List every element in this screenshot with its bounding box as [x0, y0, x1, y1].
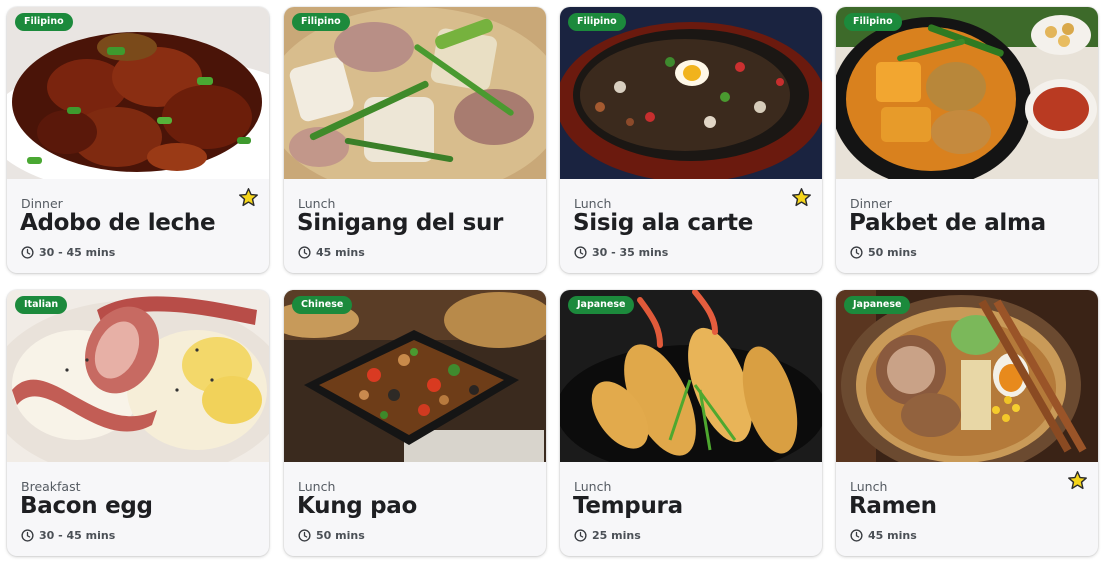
recipe-grid: Filipino Dinner Adobo de leche 30 - 45 m… — [0, 0, 1105, 566]
recipe-title: Sinigang del sur — [297, 210, 504, 236]
clock-icon — [21, 245, 34, 259]
cook-time: 30 - 45 mins — [21, 527, 115, 543]
cook-time-label: 50 mins — [868, 245, 917, 259]
recipe-title: Tempura — [573, 493, 683, 519]
clock-icon — [298, 528, 311, 542]
favorite-star-icon[interactable] — [1067, 470, 1088, 491]
recipe-card[interactable]: Japanese Lunch Ramen 45 mins — [836, 290, 1098, 556]
cook-time: 30 - 45 mins — [21, 244, 115, 260]
cook-time: 50 mins — [850, 244, 917, 260]
recipe-card[interactable]: Filipino Dinner Adobo de leche 30 - 45 m… — [7, 7, 269, 273]
recipe-photo-bacon-egg — [7, 290, 269, 462]
meal-type: Lunch — [298, 479, 336, 494]
recipe-photo-sisig — [560, 7, 822, 179]
recipe-title: Bacon egg — [20, 493, 153, 519]
recipe-photo-sinigang — [284, 7, 546, 179]
cook-time: 25 mins — [574, 527, 641, 543]
meal-type: Lunch — [574, 479, 612, 494]
meal-type: Lunch — [574, 196, 612, 211]
recipe-card[interactable]: Filipino Dinner Pakbet de alma 50 mins — [836, 7, 1098, 273]
clock-icon — [21, 528, 34, 542]
meal-type: Dinner — [850, 196, 892, 211]
recipe-title: Ramen — [849, 493, 937, 519]
meal-type: Dinner — [21, 196, 63, 211]
cuisine-badge: Italian — [15, 296, 68, 314]
cook-time: 50 mins — [298, 527, 365, 543]
recipe-card[interactable]: Filipino Lunch Sisig ala carte 30 - 35 m… — [560, 7, 822, 273]
clock-icon — [298, 245, 311, 259]
recipe-photo-kung-pao — [284, 290, 546, 462]
cook-time: 45 mins — [298, 244, 365, 260]
cook-time-label: 25 mins — [592, 528, 641, 542]
cuisine-badge: Filipino — [15, 13, 73, 31]
cook-time-label: 45 mins — [316, 245, 365, 259]
recipe-card[interactable]: Japanese Lunch Tempura 25 mins — [560, 290, 822, 556]
cuisine-badge: Filipino — [568, 13, 626, 31]
clock-icon — [574, 528, 587, 542]
clock-icon — [574, 245, 587, 259]
recipe-photo-pakbet — [836, 7, 1098, 179]
cook-time-label: 50 mins — [316, 528, 365, 542]
recipe-photo-adobo — [7, 7, 269, 179]
recipe-title: Adobo de leche — [20, 210, 216, 236]
favorite-star-icon[interactable] — [791, 187, 812, 208]
recipe-card[interactable]: Filipino Lunch Sinigang del sur 45 mins — [284, 7, 546, 273]
meal-type: Breakfast — [21, 479, 81, 494]
cook-time-label: 30 - 35 mins — [592, 245, 669, 259]
cook-time-label: 30 - 45 mins — [39, 528, 116, 542]
cuisine-badge: Japanese — [568, 296, 635, 314]
cook-time: 30 - 35 mins — [574, 244, 668, 260]
recipe-photo-ramen — [836, 290, 1098, 462]
favorite-star-icon[interactable] — [238, 187, 259, 208]
recipe-card[interactable]: Italian Breakfast Bacon egg 30 - 45 mins — [7, 290, 269, 556]
cuisine-badge: Filipino — [844, 13, 902, 31]
cook-time-label: 30 - 45 mins — [39, 245, 116, 259]
meal-type: Lunch — [850, 479, 888, 494]
cuisine-badge: Japanese — [844, 296, 911, 314]
recipe-title: Kung pao — [297, 493, 418, 519]
recipe-title: Sisig ala carte — [573, 210, 754, 236]
recipe-photo-tempura — [560, 290, 822, 462]
cook-time: 45 mins — [850, 527, 917, 543]
recipe-card[interactable]: Chinese Lunch Kung pao 50 mins — [284, 290, 546, 556]
cook-time-label: 45 mins — [868, 528, 917, 542]
meal-type: Lunch — [298, 196, 336, 211]
cuisine-badge: Chinese — [292, 296, 353, 314]
clock-icon — [850, 528, 863, 542]
cuisine-badge: Filipino — [292, 13, 350, 31]
clock-icon — [850, 245, 863, 259]
recipe-title: Pakbet de alma — [849, 210, 1046, 236]
